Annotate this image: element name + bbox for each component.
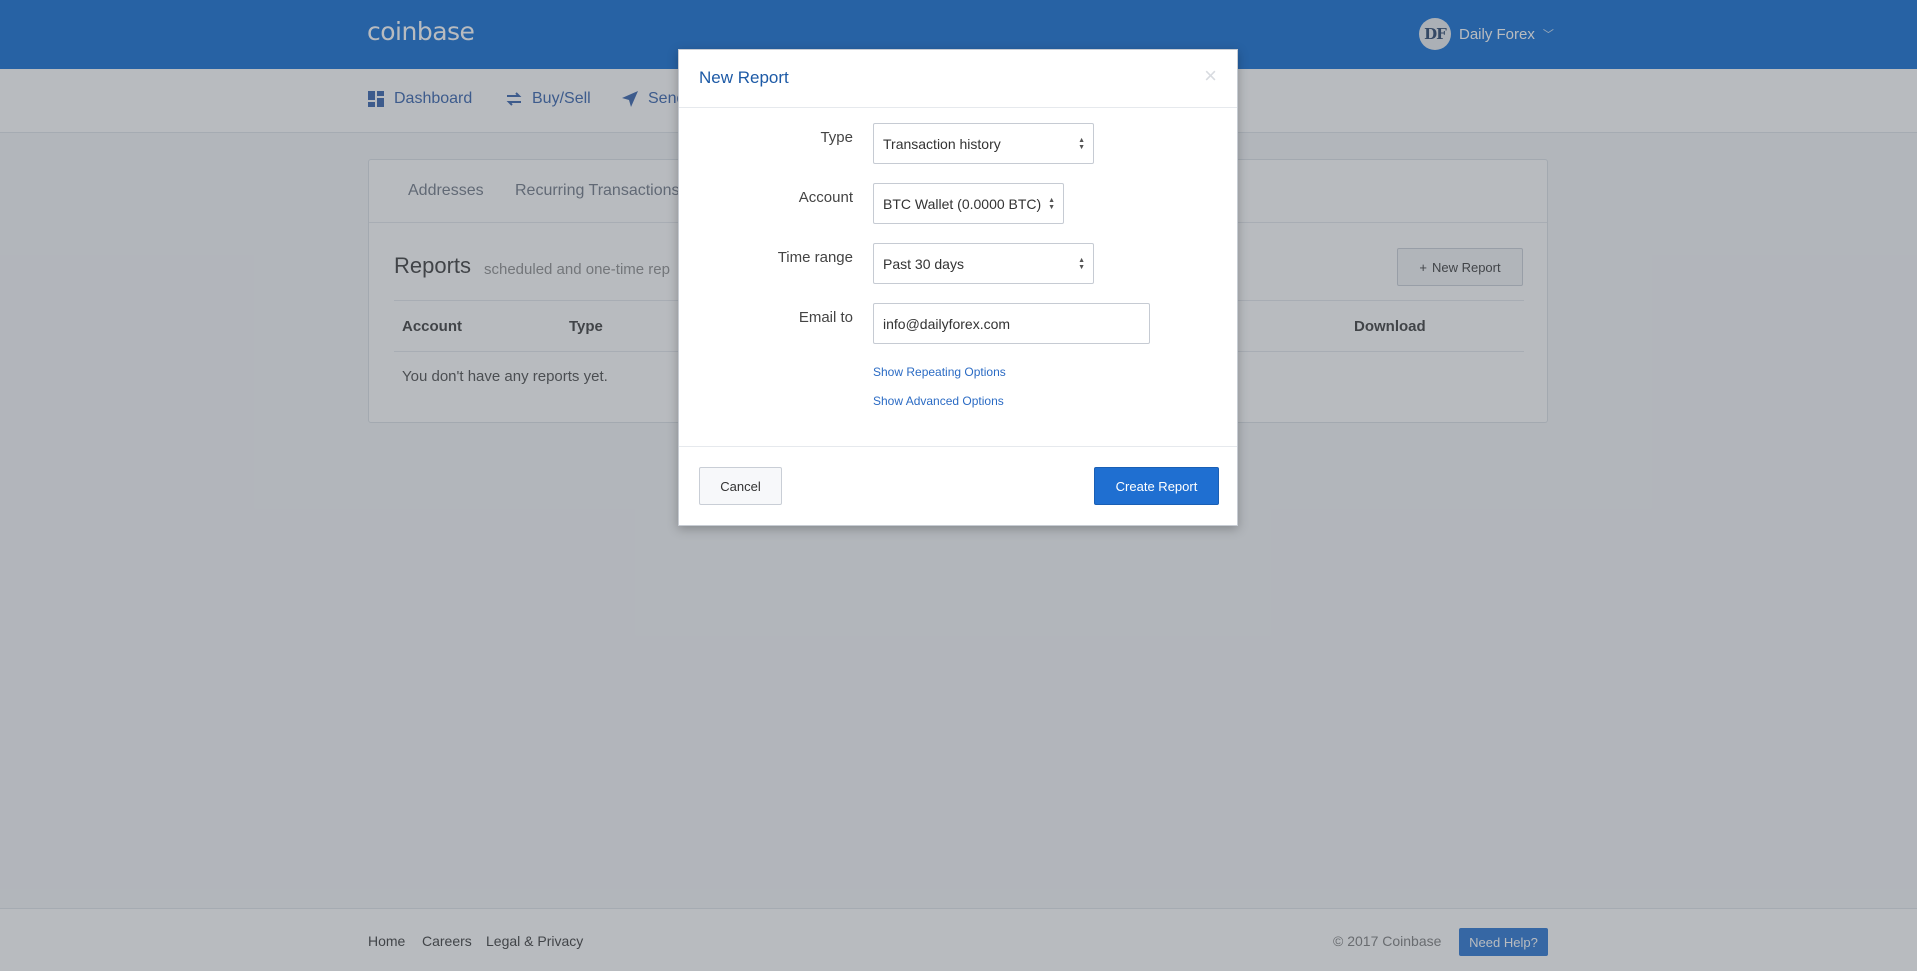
cancel-button[interactable]: Cancel <box>699 467 782 505</box>
close-icon[interactable]: × <box>1204 65 1217 87</box>
new-report-modal: New Report × Type Transaction history ▲ ▼… <box>678 49 1238 526</box>
create-report-button[interactable]: Create Report <box>1094 467 1219 505</box>
modal-divider <box>679 446 1237 447</box>
account-label: Account <box>798 189 853 206</box>
time-range-select-value: Past 30 days <box>883 255 964 272</box>
type-select[interactable]: Transaction history ▲ ▼ <box>873 123 1094 164</box>
modal-title: New Report <box>699 68 789 87</box>
type-label: Type <box>820 129 853 146</box>
time-range-label: Time range <box>777 249 853 266</box>
show-advanced-options-link[interactable]: Show Advanced Options <box>873 394 1004 408</box>
select-arrows-icon: ▲ ▼ <box>1048 197 1055 211</box>
show-repeating-options-link[interactable]: Show Repeating Options <box>873 365 1006 379</box>
email-field-value: info@dailyforex.com <box>883 315 1011 332</box>
select-arrows-icon: ▲ ▼ <box>1078 137 1085 151</box>
account-select[interactable]: BTC Wallet (0.0000 BTC) ▲ ▼ <box>873 183 1064 224</box>
type-select-value: Transaction history <box>883 135 1001 152</box>
email-field[interactable]: info@dailyforex.com <box>873 303 1150 344</box>
account-select-value: BTC Wallet (0.0000 BTC) <box>883 195 1042 212</box>
time-range-select[interactable]: Past 30 days ▲ ▼ <box>873 243 1094 284</box>
modal-header: New Report × <box>679 50 1237 108</box>
email-label: Email to <box>798 309 853 326</box>
select-arrows-icon: ▲ ▼ <box>1078 257 1085 271</box>
